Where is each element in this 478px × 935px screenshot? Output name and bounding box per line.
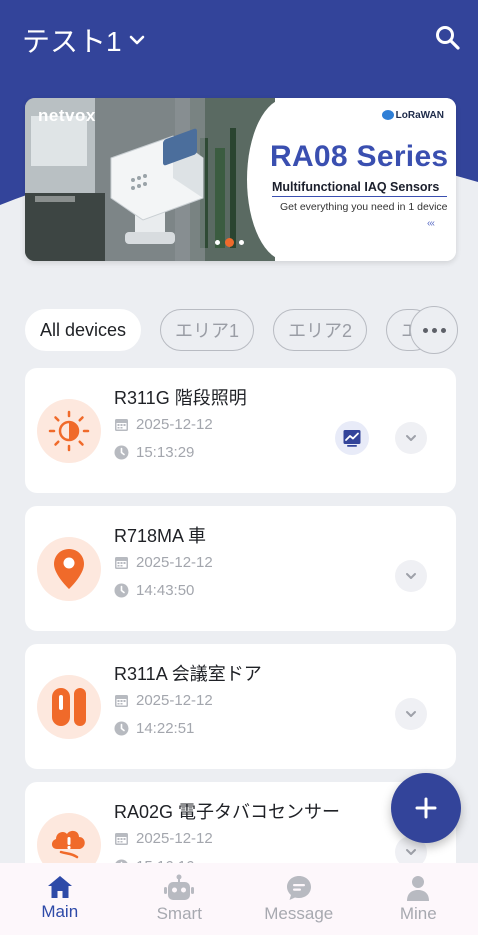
- expand-button[interactable]: [395, 560, 427, 592]
- device-date: 2025-12-12: [114, 830, 213, 847]
- device-date: 2025-12-12: [114, 692, 213, 709]
- device-card[interactable]: R311G 階段照明 2025-12-12 15:13:29: [25, 368, 456, 493]
- search-icon[interactable]: [434, 24, 462, 52]
- chevron-down-icon: [406, 711, 416, 717]
- home-icon: [47, 876, 72, 898]
- device-name: R311A 会議室ドア: [114, 664, 262, 684]
- message-icon: [286, 876, 311, 900]
- more-dot: [431, 327, 437, 333]
- banner-divider: [272, 196, 447, 197]
- expand-button[interactable]: [395, 422, 427, 454]
- page-title: テスト1: [22, 26, 122, 57]
- device-time: 14:22:51: [114, 720, 194, 737]
- location-pin-icon: [37, 537, 101, 601]
- nav-mine[interactable]: Mine: [359, 863, 478, 935]
- more-tabs-button[interactable]: [410, 306, 458, 354]
- device-time: 15:13:29: [114, 444, 194, 461]
- device-date: 2025-12-12: [114, 416, 213, 433]
- calendar-icon: [115, 419, 128, 431]
- header: テスト1 netvox LoRaWAN RA08 Series Multifun…: [0, 0, 478, 261]
- tab-area-2[interactable]: エリア2: [273, 309, 368, 351]
- brand-logo: netvox: [38, 106, 96, 125]
- tab-all-devices[interactable]: All devices: [25, 309, 142, 351]
- sensor-device-image: [110, 128, 204, 244]
- group-selector[interactable]: テスト1: [22, 20, 146, 60]
- calendar-icon: [115, 695, 128, 707]
- promo-banner[interactable]: netvox LoRaWAN RA08 Series Multifunction…: [25, 98, 456, 261]
- chevron-down-icon: [406, 573, 416, 579]
- calendar-icon: [115, 833, 128, 845]
- more-dot: [440, 327, 446, 333]
- arrows-icon: ‹‹‹: [427, 218, 435, 229]
- carousel-dot[interactable]: [239, 240, 244, 245]
- clock-icon: [114, 721, 129, 736]
- chevron-down-icon: [406, 849, 416, 855]
- chart-icon: [343, 430, 361, 447]
- device-name: RA02G 電子タバコセンサー: [114, 802, 341, 822]
- user-icon: [407, 876, 430, 901]
- plus-icon: [415, 797, 437, 819]
- clock-icon: [114, 583, 129, 598]
- banner-subtitle: Multifunctional IAQ Sensors: [272, 180, 440, 194]
- nav-smart[interactable]: Smart: [120, 863, 240, 935]
- carousel-dot-active[interactable]: [225, 238, 234, 247]
- bottom-navigation: Main Smart Message Mine: [0, 863, 478, 935]
- device-date: 2025-12-12: [114, 554, 213, 571]
- device-card[interactable]: R311A 会議室ドア 2025-12-12 14:22:51: [25, 644, 456, 769]
- nav-main[interactable]: Main: [0, 863, 120, 935]
- tab-area-1[interactable]: エリア1: [160, 309, 255, 351]
- nav-message[interactable]: Message: [239, 863, 359, 935]
- chevron-down-icon: [128, 31, 146, 49]
- carousel-dot[interactable]: [215, 240, 220, 245]
- chart-button[interactable]: [335, 421, 369, 455]
- expand-button[interactable]: [395, 698, 427, 730]
- chevron-down-icon: [406, 435, 416, 441]
- carousel-indicator: [215, 238, 244, 247]
- add-device-button[interactable]: [391, 773, 461, 843]
- calendar-icon: [115, 557, 128, 569]
- door-sensor-icon: [37, 675, 101, 739]
- device-name: R718MA 車: [114, 526, 207, 546]
- device-name: R311G 階段照明: [114, 388, 247, 408]
- banner-title: RA08 Series: [270, 140, 449, 173]
- more-dot: [422, 327, 428, 333]
- robot-icon: [164, 874, 195, 900]
- banner-tagline: Get everything you need in 1 device: [280, 201, 448, 213]
- light-sensor-icon: [37, 399, 101, 463]
- clock-icon: [114, 445, 129, 460]
- lorawan-logo: LoRaWAN: [381, 110, 444, 121]
- device-card[interactable]: R718MA 車 2025-12-12 14:43:50: [25, 506, 456, 631]
- device-time: 14:43:50: [114, 582, 194, 599]
